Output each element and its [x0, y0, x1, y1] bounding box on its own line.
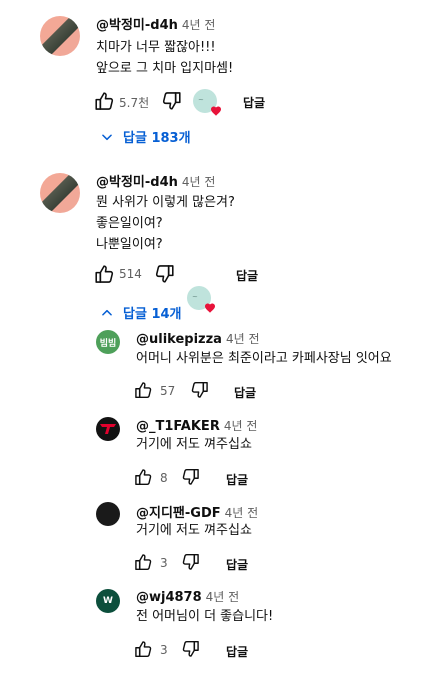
replies-toggle-label: 답글 14개: [123, 307, 182, 322]
thumbs-down-icon: [162, 92, 181, 110]
thumbs-down-icon: [182, 553, 199, 570]
like-button[interactable]: [133, 380, 153, 400]
dislike-button[interactable]: [181, 639, 201, 659]
comment-text-line: 좋은일이여?: [96, 216, 163, 231]
comment-header: @박정미-d4h 4년 전: [96, 171, 215, 190]
avatar[interactable]: 빔빔: [96, 330, 120, 354]
avatar[interactable]: [40, 173, 80, 213]
reply-header: @_T1FAKER 4년 전: [136, 417, 257, 434]
like-button[interactable]: [133, 467, 153, 487]
reply-button[interactable]: 답글: [236, 267, 258, 284]
chevron-down-icon: [102, 133, 112, 140]
comment-text-line: 치마가 너무 짧잖아!!!: [96, 40, 216, 55]
like-count: 514: [119, 267, 142, 281]
reply-author[interactable]: @지디팬-GDF: [136, 506, 221, 521]
like-count: 8: [160, 471, 168, 485]
creator-avatar-mark: ~: [198, 96, 204, 104]
reply-header: @ulikepizza 4년 전: [136, 330, 259, 347]
reply-text: 거기에 저도 껴주십쇼: [136, 437, 252, 452]
thumbs-up-icon: [135, 382, 152, 399]
thumbs-up-icon: [95, 92, 114, 110]
like-count: 5.7천: [119, 96, 150, 110]
thumbs-up-icon: [95, 265, 114, 283]
replies-toggle-label: 답글 183개: [123, 131, 191, 146]
reply-author[interactable]: @ulikepizza: [136, 332, 222, 347]
dislike-button[interactable]: [181, 552, 201, 572]
thumbs-down-icon: [182, 640, 199, 657]
chevron-up-icon: [102, 309, 112, 316]
like-button[interactable]: [133, 639, 153, 659]
avatar[interactable]: [40, 16, 80, 56]
reply-text: 거기에 저도 껴주십쇼: [136, 523, 252, 538]
reply-time[interactable]: 4년 전: [224, 419, 258, 433]
avatar[interactable]: [96, 502, 120, 526]
comment-thread-1: @박정미-d4h 4년 전 치마가 너무 짧잖아!!! 앞으로 그 치마 입지마셈…: [0, 0, 431, 146]
team-logo-icon: [100, 424, 116, 434]
comment-text-line: 뭔 사위가 이렇게 많은겨?: [96, 195, 235, 210]
heart-icon: [205, 303, 215, 313]
creator-avatar-mark: ~: [192, 293, 198, 301]
thumbs-down-icon: [182, 468, 199, 485]
comment-header: @박정미-d4h 4년 전: [96, 14, 215, 33]
thumbs-up-icon: [135, 641, 152, 658]
comment-text-line: 나뿐일이여?: [96, 237, 163, 252]
like-count: 3: [160, 643, 168, 657]
reply-text: 어머니 사위분은 최준이라고 카페사장님 잇어요: [136, 351, 392, 366]
reply-header: @지디팬-GDF 4년 전: [136, 502, 258, 521]
creator-heart-badge: ~: [187, 286, 215, 313]
heart-icon: [211, 106, 221, 116]
avatar[interactable]: [96, 417, 120, 441]
dislike-button[interactable]: [181, 467, 201, 487]
like-button[interactable]: [93, 90, 115, 112]
reply-button[interactable]: 답글: [234, 384, 256, 401]
reply-button[interactable]: 답글: [226, 471, 248, 488]
comment-time[interactable]: 4년 전: [182, 175, 216, 189]
replies-toggle[interactable]: 답글 14개: [100, 303, 182, 322]
reply-header: @wj4878 4년 전: [136, 588, 239, 605]
thumbs-down-icon: [191, 381, 208, 398]
reply-author[interactable]: @_T1FAKER: [136, 419, 220, 434]
creator-heart-badge: ~: [193, 89, 221, 116]
reply-button[interactable]: 답글: [226, 556, 248, 573]
replies-toggle[interactable]: 답글 183개: [100, 127, 191, 146]
reply-button[interactable]: 답글: [226, 643, 248, 660]
like-count: 57: [160, 384, 176, 398]
avatar[interactable]: W: [96, 589, 120, 613]
comment-author[interactable]: @박정미-d4h: [96, 18, 178, 33]
like-button[interactable]: [133, 552, 153, 572]
dislike-button[interactable]: [161, 90, 183, 112]
thumbs-up-icon: [135, 554, 152, 571]
reply-time[interactable]: 4년 전: [225, 506, 259, 520]
comment-text-line: 앞으로 그 치마 입지마셈!: [96, 61, 234, 76]
reply-time[interactable]: 4년 전: [206, 590, 240, 604]
comment-author[interactable]: @박정미-d4h: [96, 175, 178, 190]
reply-time[interactable]: 4년 전: [226, 332, 260, 346]
like-button[interactable]: [93, 263, 115, 285]
dislike-button[interactable]: [154, 263, 176, 285]
like-count: 3: [160, 556, 168, 570]
dislike-button[interactable]: [190, 380, 210, 400]
reply-text: 전 어머님이 더 좋습니다!: [136, 609, 274, 624]
comment-time[interactable]: 4년 전: [182, 18, 216, 32]
reply-button[interactable]: 답글: [243, 94, 265, 111]
thumbs-up-icon: [135, 469, 152, 486]
thumbs-down-icon: [155, 265, 174, 283]
reply-author[interactable]: @wj4878: [136, 590, 202, 605]
